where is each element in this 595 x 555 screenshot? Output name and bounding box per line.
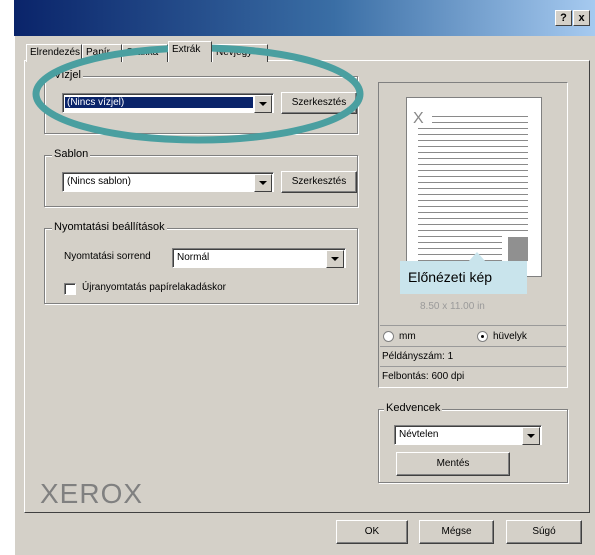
preview-line (418, 236, 502, 237)
preview-line (418, 170, 528, 171)
preview-line (418, 158, 528, 159)
cancel-button[interactable]: Mégse (419, 520, 494, 544)
preview-line (418, 254, 502, 255)
preview-line (432, 116, 528, 117)
favorites-select[interactable]: Névtelen (394, 425, 542, 445)
preview-line (418, 128, 528, 129)
preview-line (418, 242, 502, 243)
unit-inch-radio[interactable] (477, 331, 488, 342)
copies-text: Példányszám: 1 (382, 351, 454, 362)
preview-line (418, 206, 528, 207)
preview-line (418, 146, 528, 147)
reprint-checkbox[interactable] (64, 283, 76, 295)
ok-button[interactable]: OK (336, 520, 408, 544)
paper-size-caption: 8.50 x 11.00 in (420, 301, 485, 312)
save-favorite-button[interactable]: Mentés (396, 452, 510, 476)
overlay-select[interactable]: (Nincs sablon) (62, 172, 274, 192)
preview-line (418, 176, 528, 177)
preview-line (418, 134, 528, 135)
print-options-group-label: Nyomtatási beállítások (52, 221, 167, 233)
close-button[interactable]: x (573, 10, 590, 26)
chevron-down-icon[interactable] (326, 250, 344, 268)
preview-line (418, 182, 528, 183)
title-bar (14, 0, 595, 36)
preview-line (418, 230, 528, 231)
preview-line (432, 122, 528, 123)
divider (380, 325, 566, 326)
reprint-label: Újranyomtatás papírelakadáskor (82, 282, 226, 293)
help-title-button[interactable]: ? (555, 10, 572, 26)
print-order-label: Nyomtatási sorrend (64, 251, 151, 262)
tab-extras[interactable]: Extrák (168, 41, 212, 62)
close-icon: x (578, 12, 585, 24)
watermark-x-icon: X (413, 110, 424, 127)
preview-line (418, 194, 528, 195)
unit-mm-label: mm (399, 331, 416, 342)
preview-line (418, 152, 528, 153)
unit-mm-radio[interactable] (383, 331, 394, 342)
unit-inch-label: hüvelyk (493, 331, 527, 342)
chevron-down-icon[interactable] (522, 427, 540, 445)
divider (380, 346, 566, 347)
preview-line (418, 224, 528, 225)
preview-line (418, 140, 528, 141)
print-order-select[interactable]: Normál (172, 248, 346, 268)
preview-line (418, 200, 528, 201)
divider (380, 366, 566, 367)
preview-line (418, 212, 528, 213)
help-button[interactable]: Súgó (506, 520, 582, 544)
resolution-text: Felbontás: 600 dpi (382, 371, 465, 382)
chevron-down-icon[interactable] (254, 174, 272, 192)
overlay-edit-button[interactable]: Szerkesztés (281, 171, 357, 193)
overlay-group-label: Sablon (52, 148, 91, 160)
help-icon: ? (560, 12, 567, 24)
preview-line (418, 164, 528, 165)
callout-pointer (468, 252, 486, 262)
preview-image-block (508, 237, 528, 261)
preview-callout: Előnézeti kép (400, 261, 527, 294)
preview-line (418, 218, 528, 219)
preview-line (418, 188, 528, 189)
favorites-group-label: Kedvencek (384, 402, 443, 414)
xerox-logo: XEROX (40, 478, 144, 509)
preview-line (418, 248, 502, 249)
